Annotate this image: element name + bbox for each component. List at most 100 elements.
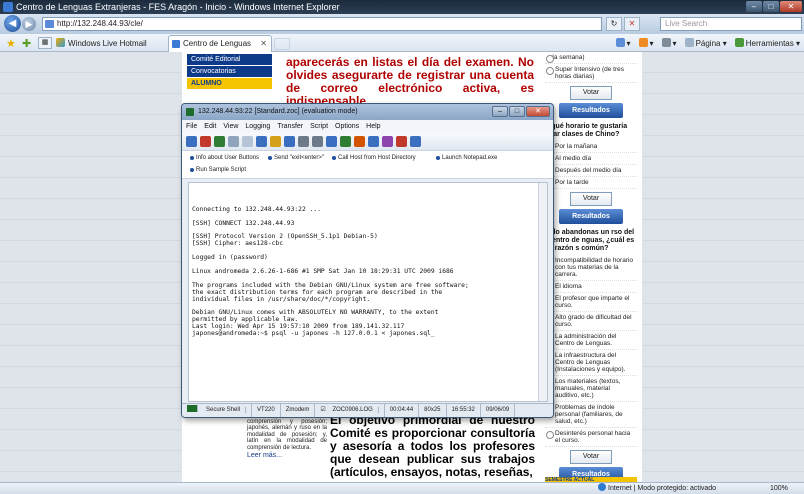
quick-tabs-icon[interactable]: ▦: [38, 37, 52, 49]
terminal-output[interactable]: Connecting to 132.248.44.93:22 ... [SSH]…: [188, 182, 548, 402]
keyboard-icon[interactable]: [382, 136, 393, 147]
stop-icon[interactable]: ✕: [624, 17, 640, 31]
address-input[interactable]: http://132.248.44.93/cle/: [42, 17, 602, 31]
poll-option[interactable]: Super Intensivo (de tres horas diarias): [545, 64, 637, 83]
vote-button[interactable]: Votar: [570, 192, 612, 206]
new-connection-icon[interactable]: [186, 136, 197, 147]
read-more-link[interactable]: Leer más...: [247, 452, 327, 460]
menu-script[interactable]: Script: [310, 120, 328, 133]
poll-option[interactable]: Después del medio día: [545, 165, 637, 177]
poll-option[interactable]: Incompatibilidad de horario con tus mate…: [545, 255, 637, 281]
menu-edit[interactable]: Edit: [204, 120, 216, 133]
poll-option[interactable]: La administración del Centro de Lenguas.: [545, 331, 637, 350]
poll-option[interactable]: El profesor que imparte el curso.: [545, 293, 637, 312]
options-icon[interactable]: [368, 136, 379, 147]
print-button[interactable]: ▾: [661, 38, 677, 48]
ssh-close-button[interactable]: ✕: [526, 106, 550, 117]
terminal-line: individual files in /usr/share/doc/*/cop…: [192, 295, 371, 303]
page-icon: [45, 20, 54, 28]
window-title-bar: Centro de Lenguas Extranjeras - FES Arag…: [0, 0, 804, 14]
terminal-line: [SSH] CONNECT 132.248.44.93: [192, 219, 295, 227]
poll-option[interactable]: Por la mañana: [545, 141, 637, 153]
ssh-minimize-button[interactable]: –: [492, 106, 508, 117]
tools-menu[interactable]: Herramientas ▾: [734, 38, 800, 48]
poll-option[interactable]: La infraestructura del Centro de Lenguas…: [545, 350, 637, 376]
window-title: Centro de Lenguas Extranjeras - FES Arag…: [16, 2, 340, 12]
menu-item-comite-editorial[interactable]: Comité Editorial: [187, 54, 272, 66]
add-favorite-icon[interactable]: ✚: [22, 37, 31, 50]
vote-button[interactable]: Votar: [570, 450, 612, 464]
vote-button[interactable]: Votar: [570, 86, 612, 100]
status-logfile[interactable]: ☑ ZOC0906.LOG: [315, 404, 385, 417]
hotmail-icon: [56, 38, 65, 47]
poll-option[interactable]: Problemas de índole personal (familiares…: [545, 402, 637, 428]
terminal-scrollbar[interactable]: [538, 183, 547, 401]
ssh-title-bar[interactable]: 132.248.44.93:22 [Standard.zoc] (evaluat…: [182, 104, 553, 120]
menu-transfer[interactable]: Transfer: [277, 120, 303, 133]
minimize-button[interactable]: –: [746, 1, 762, 12]
favorite-link-hotmail[interactable]: Windows Live Hotmail: [56, 38, 147, 48]
print-icon[interactable]: [312, 136, 323, 147]
menu-help[interactable]: Help: [366, 120, 380, 133]
user-button-notepad[interactable]: Launch Notepad.exe: [436, 155, 497, 161]
user-button-exit[interactable]: Send "exit<enter>": [268, 155, 324, 161]
page-menu[interactable]: Página ▾: [684, 38, 727, 48]
ie-app-icon: [3, 2, 13, 12]
menu-logging[interactable]: Logging: [245, 120, 270, 133]
notice-text: aparecerás en listas el día del examen. …: [286, 55, 534, 108]
command-bar: ★ ✚ ▦ Windows Live Hotmail Centro de Len…: [0, 34, 804, 64]
menu-item-convocatorias[interactable]: Convocatorias: [187, 66, 272, 78]
send-icon[interactable]: [270, 136, 281, 147]
disconnect-icon[interactable]: [396, 136, 407, 147]
poll-option[interactable]: Los materiales (textos, manuales, materi…: [545, 376, 637, 402]
refresh-icon[interactable]: ↻: [606, 17, 622, 31]
quick-connect-icon[interactable]: [214, 136, 225, 147]
poll-option[interactable]: Por la tarde: [545, 177, 637, 189]
zoom-level[interactable]: 100%: [770, 483, 788, 494]
status-date: 09/06/09: [481, 404, 516, 417]
security-zone[interactable]: Internet | Modo protegido: activado: [598, 483, 716, 494]
log-icon[interactable]: [298, 136, 309, 147]
tab-centro-lenguas[interactable]: Centro de Lenguas Extr... ✕: [168, 35, 272, 64]
ssh-maximize-button[interactable]: □: [509, 106, 525, 117]
menu-view[interactable]: View: [223, 120, 238, 133]
zoc-app-icon: [186, 108, 194, 116]
results-button[interactable]: Resultados: [559, 209, 623, 224]
tab-page-icon: [172, 40, 180, 48]
download-icon[interactable]: [326, 136, 337, 147]
back-button[interactable]: ◀: [4, 15, 21, 32]
copy-icon[interactable]: [228, 136, 239, 147]
ssh-client-window[interactable]: 132.248.44.93:22 [Standard.zoc] (evaluat…: [181, 103, 554, 418]
host-directory-icon[interactable]: [200, 136, 211, 147]
script-icon[interactable]: [256, 136, 267, 147]
user-button-sample-script[interactable]: Run Sample Script: [190, 167, 246, 173]
transfer-icon[interactable]: [284, 136, 295, 147]
new-tab-button[interactable]: [274, 38, 290, 50]
tab-close-icon[interactable]: ✕: [260, 36, 267, 52]
poll-option[interactable]: Alto grado de dificultad del curso.: [545, 312, 637, 331]
results-button[interactable]: Resultados: [559, 103, 623, 118]
user-button-bar: Info about User Buttons Send "exit<enter…: [182, 151, 553, 179]
ie-status-bar: Internet | Modo protegido: activado 100%: [0, 482, 804, 494]
user-button-info[interactable]: Info about User Buttons: [190, 155, 259, 161]
home-button[interactable]: ▾: [615, 38, 631, 48]
poll-option[interactable]: El idioma: [545, 281, 637, 293]
maximize-button[interactable]: □: [763, 1, 779, 12]
status-transfer: Zmodem: [281, 404, 316, 417]
menu-options[interactable]: Options: [335, 120, 359, 133]
left-menu: Comité Editorial Convocatorias ALUMNO: [187, 54, 272, 90]
upload-icon[interactable]: [340, 136, 351, 147]
close-button[interactable]: ✕: [780, 1, 802, 12]
search-input[interactable]: Live Search: [660, 17, 802, 31]
user-button-call-host[interactable]: Call Host from Host Directory: [332, 155, 416, 161]
menu-item-alumno[interactable]: ALUMNO: [187, 78, 272, 90]
paste-icon[interactable]: [242, 136, 253, 147]
menu-file[interactable]: File: [186, 120, 197, 133]
poll-option[interactable]: Desinterés personal hacia el curso.: [545, 428, 637, 447]
chat-icon[interactable]: [354, 136, 365, 147]
forward-button[interactable]: ▶: [22, 17, 36, 31]
help-icon[interactable]: [410, 136, 421, 147]
favorites-star-icon[interactable]: ★: [6, 37, 16, 50]
feeds-button[interactable]: ▾: [638, 38, 654, 48]
poll-option[interactable]: Al medio día: [545, 153, 637, 165]
